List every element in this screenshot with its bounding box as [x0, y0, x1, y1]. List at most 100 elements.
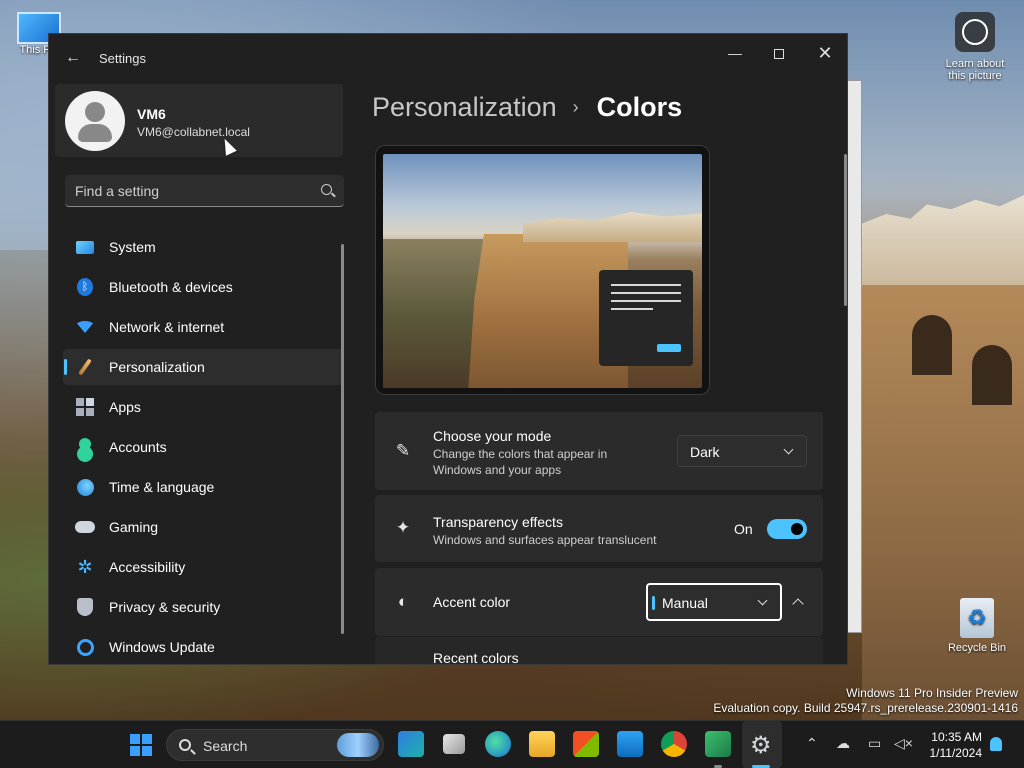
sidebar-item-label: Accessibility [109, 559, 186, 575]
chevron-up-icon[interactable]: ⌃ [806, 735, 818, 752]
search-icon[interactable] [321, 184, 332, 195]
sidebar-item-privacy[interactable]: Privacy & security [63, 589, 343, 625]
main-scrollbar[interactable] [844, 154, 847, 306]
sidebar-item-system[interactable]: System [63, 229, 343, 265]
user-name: VM6 [137, 106, 166, 122]
system-clock[interactable]: 10:35 AM 1/11/2024 [922, 729, 983, 761]
edge-icon[interactable] [485, 731, 511, 757]
sidebar-item-label: Personalization [109, 359, 205, 375]
sidebar-item-label: Gaming [109, 519, 159, 535]
sparkle-icon: ✦ [395, 518, 411, 537]
theme-preview [375, 145, 710, 395]
gamepad-icon [75, 517, 95, 537]
card-description: Windows and surfaces appear translucent [433, 533, 657, 547]
dropdown-value: Dark [690, 444, 720, 460]
person-icon [75, 437, 95, 457]
transparency-card: ✦ Transparency effects Windows and surfa… [375, 495, 823, 562]
card-title: Accent color [433, 594, 511, 610]
window-title: Settings [99, 51, 146, 66]
start-button[interactable] [130, 734, 152, 756]
sidebar-item-gaming[interactable]: Gaming [63, 509, 343, 545]
sidebar-item-time-language[interactable]: Time & language [63, 469, 343, 505]
palette-icon: ◐ [397, 592, 409, 611]
sidebar-item-accounts[interactable]: Accounts [63, 429, 343, 465]
network-icon[interactable]: ▭ [868, 735, 881, 752]
sidebar-item-label: Time & language [109, 479, 215, 495]
search-box[interactable] [65, 175, 344, 207]
mail-icon[interactable] [617, 731, 643, 757]
search-icon [179, 739, 191, 751]
bluetooth-icon: ᛒ [75, 277, 95, 297]
mode-dropdown[interactable]: Dark [677, 435, 807, 467]
task-view-icon[interactable] [443, 734, 465, 754]
title-bar[interactable]: ← Settings — ✕ [49, 34, 847, 82]
update-icon [75, 637, 95, 657]
notification-bell-icon[interactable] [990, 737, 1002, 751]
sidebar-item-personalization[interactable]: Personalization [63, 349, 343, 385]
recycle-bin-icon: ♻ [960, 598, 994, 638]
sidebar-scrollbar[interactable] [341, 244, 344, 634]
taskbar-search[interactable]: Search [166, 729, 384, 761]
close-button[interactable]: ✕ [803, 38, 847, 68]
watermark-line: Evaluation copy. Build 25947.rs_prerelea… [713, 701, 1018, 715]
desktop-icon-recycle-bin[interactable]: ♻ Recycle Bin [942, 598, 1012, 654]
settings-taskbar-button[interactable]: ⚙ [742, 721, 782, 768]
toggle-state-label: On [734, 521, 753, 537]
desktop-icon-label: Recycle Bin [947, 642, 1007, 654]
clock-time: 10:35 AM [931, 730, 982, 744]
sidebar-item-windows-update[interactable]: Windows Update [63, 629, 343, 664]
search-input[interactable] [75, 181, 305, 201]
minimize-button[interactable]: — [713, 38, 757, 68]
close-icon: ✕ [817, 43, 833, 63]
back-arrow-icon: ← [65, 49, 81, 66]
desktop-icon-learn-about-picture[interactable]: Learn about this picture [938, 12, 1012, 82]
taskbar-search-label: Search [203, 738, 248, 754]
transparency-toggle[interactable] [767, 519, 807, 539]
wallpaper-preview-image [383, 154, 702, 388]
wallpaper-buildings [862, 195, 1024, 290]
desktop-icon-label: Learn about this picture [945, 58, 1005, 82]
settings-icon: ⚙ [750, 732, 772, 759]
accessibility-icon: ✲ [77, 556, 93, 577]
sidebar-item-network[interactable]: Network & internet [63, 309, 343, 345]
chevron-down-icon [783, 444, 794, 455]
sidebar-item-label: Accounts [109, 439, 167, 455]
chevron-down-icon [757, 595, 768, 606]
brush-icon [75, 357, 95, 377]
cloud-icon[interactable]: ☁ [836, 735, 850, 752]
file-explorer-icon[interactable] [529, 731, 555, 757]
user-email: VM6@collabnet.local [137, 125, 250, 139]
brush-icon: ✎ [395, 441, 411, 460]
sidebar-item-label: Bluetooth & devices [109, 279, 233, 295]
app-icon[interactable] [705, 731, 731, 757]
camera-icon [955, 12, 995, 52]
user-account-card[interactable]: VM6 VM6@collabnet.local [55, 84, 343, 157]
minimize-icon: — [728, 45, 742, 61]
back-button[interactable]: ← [63, 48, 83, 68]
sidebar-item-accessibility[interactable]: ✲ Accessibility [63, 549, 343, 585]
edge-dev-icon[interactable] [398, 731, 424, 757]
collapse-chevron-up-icon[interactable] [789, 592, 809, 612]
sidebar-item-bluetooth[interactable]: ᛒ Bluetooth & devices [63, 269, 343, 305]
volume-muted-icon[interactable]: ◁× [894, 735, 913, 752]
breadcrumb-separator: › [572, 97, 579, 117]
store-icon[interactable] [573, 731, 599, 757]
sidebar-item-label: Windows Update [109, 639, 215, 655]
dropdown-value: Manual [662, 595, 708, 611]
sidebar-item-apps[interactable]: Apps [63, 389, 343, 425]
choose-mode-card: ✎ Choose your mode Change the colors tha… [375, 412, 823, 490]
chrome-icon[interactable] [661, 731, 687, 757]
section-title: Recent colors [433, 650, 519, 665]
accent-color-dropdown[interactable]: Manual [646, 583, 782, 621]
breadcrumb-parent[interactable]: Personalization [372, 92, 557, 123]
card-title: Transparency effects [433, 514, 563, 530]
accent-color-card[interactable]: ◐ Accent color Manual [375, 568, 823, 636]
taskbar: Search ⚙ ⌃ ☁ ▭ ◁× 10:35 AM 1/11/2024 [0, 720, 1024, 768]
card-title: Choose your mode [433, 428, 552, 444]
build-watermark: Windows 11 Pro Insider Preview Evaluatio… [713, 686, 1018, 716]
wallpaper-bridge [862, 285, 1024, 720]
sidebar-nav: System ᛒ Bluetooth & devices Network & i… [63, 229, 343, 664]
system-icon [75, 237, 95, 257]
maximize-button[interactable] [757, 38, 801, 68]
page-title: Colors [596, 92, 683, 122]
